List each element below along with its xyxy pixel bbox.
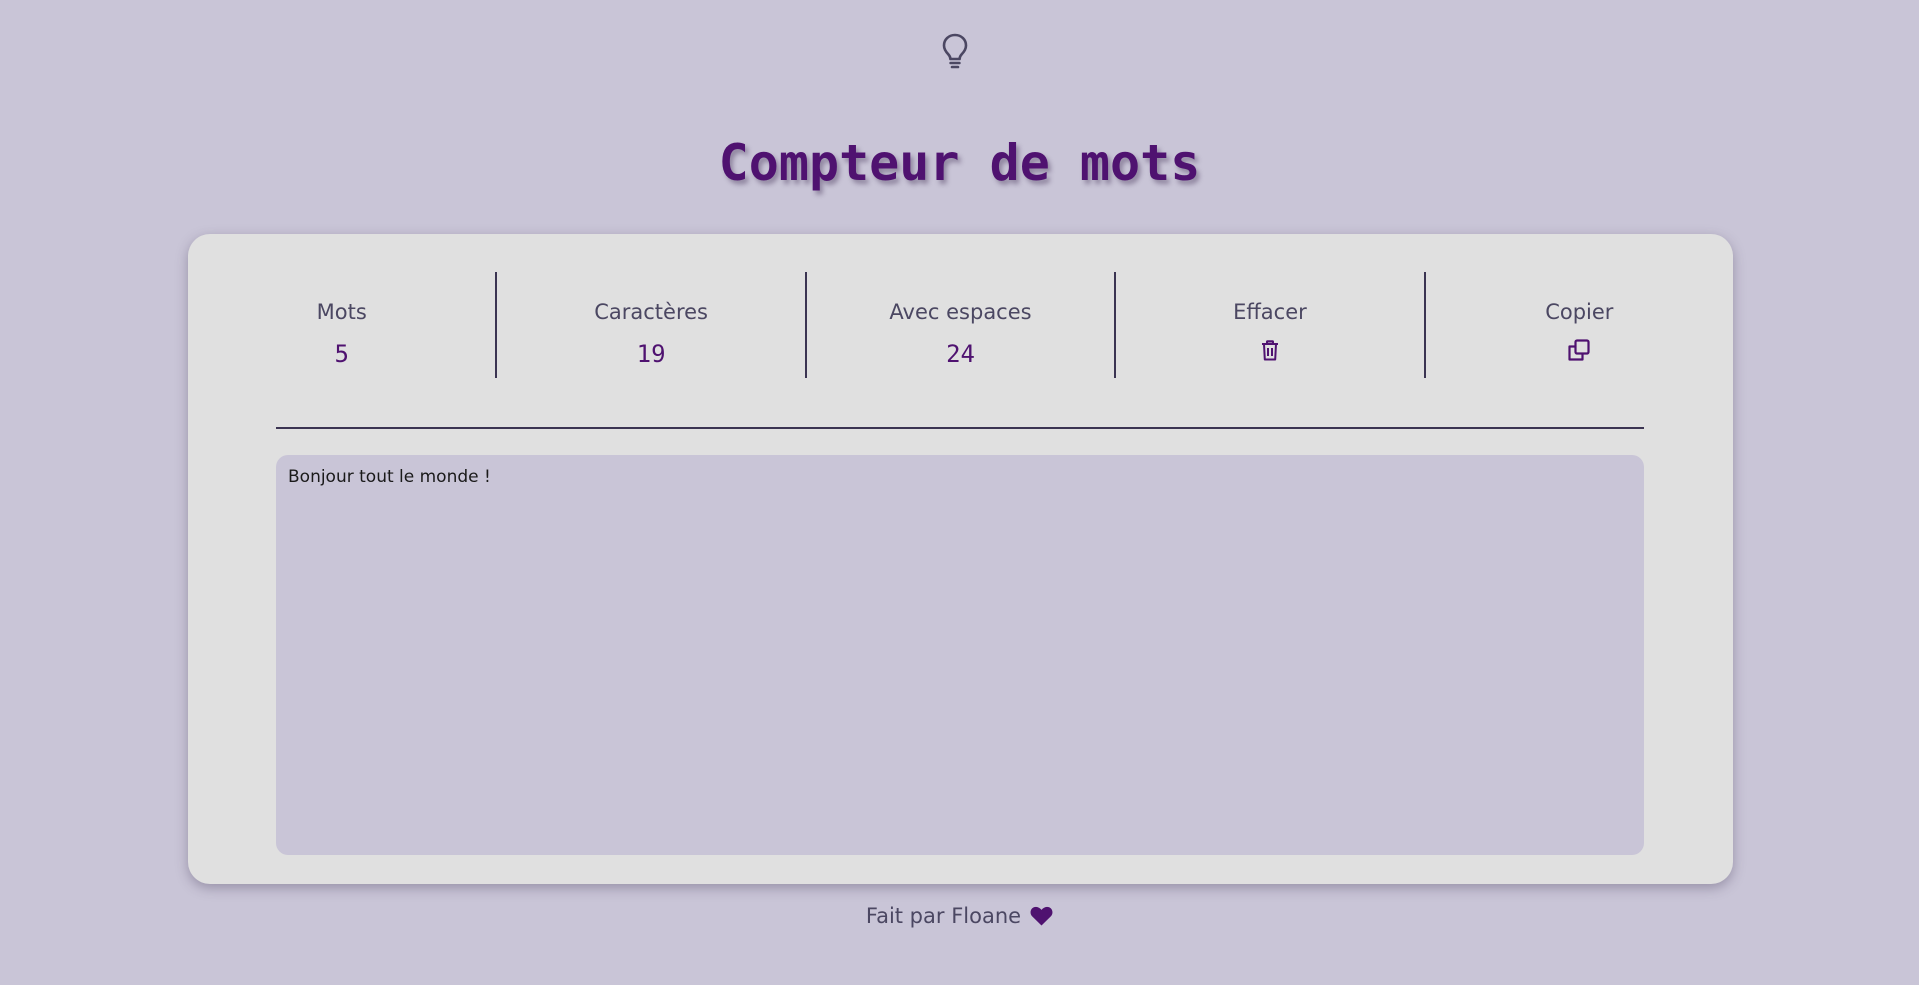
stat-characters-label: Caractères	[594, 300, 708, 324]
copy-button-label: Copier	[1545, 300, 1614, 324]
stat-characters: Caractères 19	[497, 272, 807, 378]
stat-with-spaces: Avec espaces 24	[807, 272, 1117, 378]
page-title: Compteur de mots	[718, 134, 1201, 192]
stat-with-spaces-value: 24	[946, 340, 975, 368]
clear-button[interactable]: Effacer	[1116, 272, 1426, 378]
stat-characters-value: 19	[636, 340, 666, 368]
trash-icon	[1258, 338, 1282, 362]
stat-words-label: Mots	[316, 300, 367, 324]
lightbulb-icon	[942, 33, 968, 73]
footer-text: Fait par Floane	[865, 904, 1022, 928]
heart-icon	[1029, 905, 1053, 927]
text-input[interactable]: Bonjour tout le monde !	[276, 455, 1644, 855]
stats-bar: Mots 5 Caractères 19 Avec espaces 24 Eff…	[188, 272, 1733, 378]
divider	[276, 427, 1644, 429]
copy-button[interactable]: Copier	[1426, 272, 1733, 378]
stat-words: Mots 5	[188, 272, 498, 378]
page: Compteur de mots Mots 5 Caractères 19 Av…	[0, 0, 1919, 985]
copy-icon	[1567, 338, 1591, 362]
stat-words-value: 5	[334, 340, 349, 368]
theme-toggle-button[interactable]	[940, 33, 970, 73]
stat-with-spaces-label: Avec espaces	[889, 300, 1032, 324]
footer: Fait par Floane	[0, 904, 1919, 928]
clear-button-label: Effacer	[1233, 300, 1307, 324]
counter-card: Mots 5 Caractères 19 Avec espaces 24 Eff…	[188, 234, 1733, 884]
